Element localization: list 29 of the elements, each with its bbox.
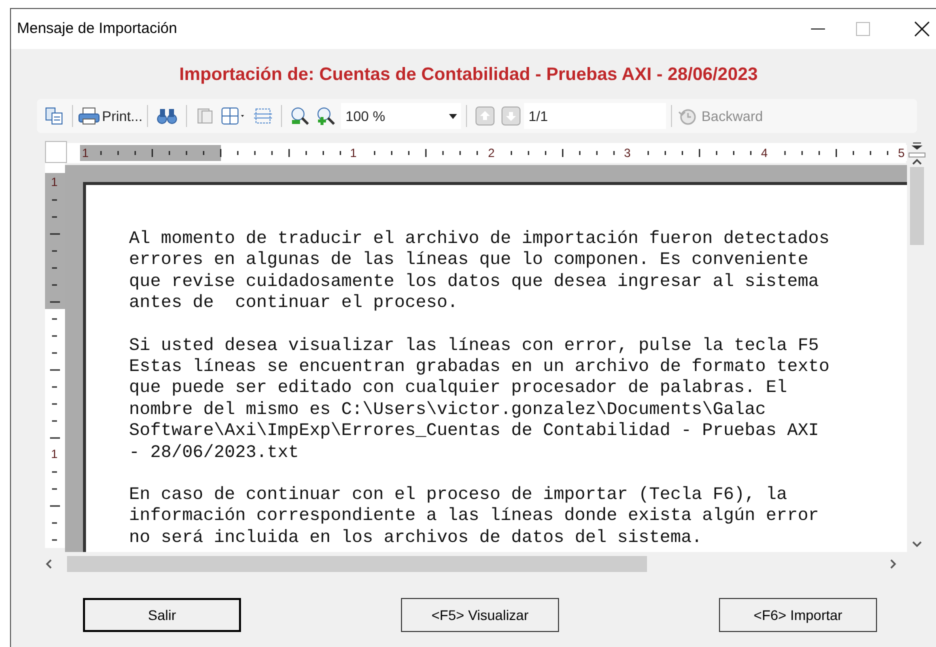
zoom-dropdown[interactable]: 100 %: [341, 103, 462, 129]
dialog-button[interactable]: <F6> Importar: [719, 598, 877, 632]
window-title: Mensaje de Importación: [17, 18, 178, 39]
binoculars-icon[interactable]: [156, 106, 178, 126]
scrollbar-thumb[interactable]: [67, 556, 647, 572]
zoom-in-icon[interactable]: [316, 106, 336, 126]
page-margins-icon[interactable]: [253, 106, 274, 126]
import-heading: Importación de: Cuentas de Contabilidad - Pruebas AXI - 28/06/2023: [178, 62, 759, 86]
ruler-number: 5: [896, 145, 907, 161]
message-paragraph: Si usted desea visualizar las líneas con error, pulse la tecla F5 Estas líneas se encuentran grabadas en un archivo de formato texto que puede ser editado con cualquier procesador de palabras. El nombre del mismo es C:\Users\victor.gonzalez\Documents\Galac Software\Axi\ImpExp\Errores_Cuentas de Contabilidad - Pruebas AXI - 28/06/2023.txt: [129, 336, 830, 464]
scroll-left-icon[interactable]: [45, 559, 53, 569]
dialog-button[interactable]: Salir: [83, 598, 241, 632]
message-paragraph: Al momento de traducir el archivo de importación fueron detectados errores en algunas de las líneas que lo componen. Es conveniente que revise cuidadosamente los datos que desea ingresar al sistema antes de continuar el proceso.: [129, 229, 830, 315]
scroll-right-icon[interactable]: [889, 559, 897, 569]
scrollbar-thumb[interactable]: [910, 167, 924, 245]
printer-icon: [78, 106, 100, 126]
ruler-number: 1: [49, 175, 60, 189]
zoom-out-icon[interactable]: [290, 106, 310, 126]
scroll-down-icon[interactable]: [912, 540, 922, 548]
dropdown-caret-icon: [449, 114, 458, 118]
ruler-corner: [45, 141, 67, 163]
copy-icon[interactable]: [44, 106, 64, 126]
dialog-button[interactable]: <F5> Visualizar: [401, 598, 559, 632]
print-button[interactable]: Print...: [78, 106, 142, 126]
message-paragraph: En caso de continuar con el proceso de importar (Tecla F6), la información correspondiente a las líneas donde exista algún error no será incluida en los archivos de datos del sistema.: [129, 485, 819, 550]
page-number-field[interactable]: 1/1: [524, 103, 666, 129]
close-icon[interactable]: [914, 21, 930, 37]
ruler-number: 1: [49, 447, 60, 461]
ruler-number: 1: [80, 145, 91, 161]
